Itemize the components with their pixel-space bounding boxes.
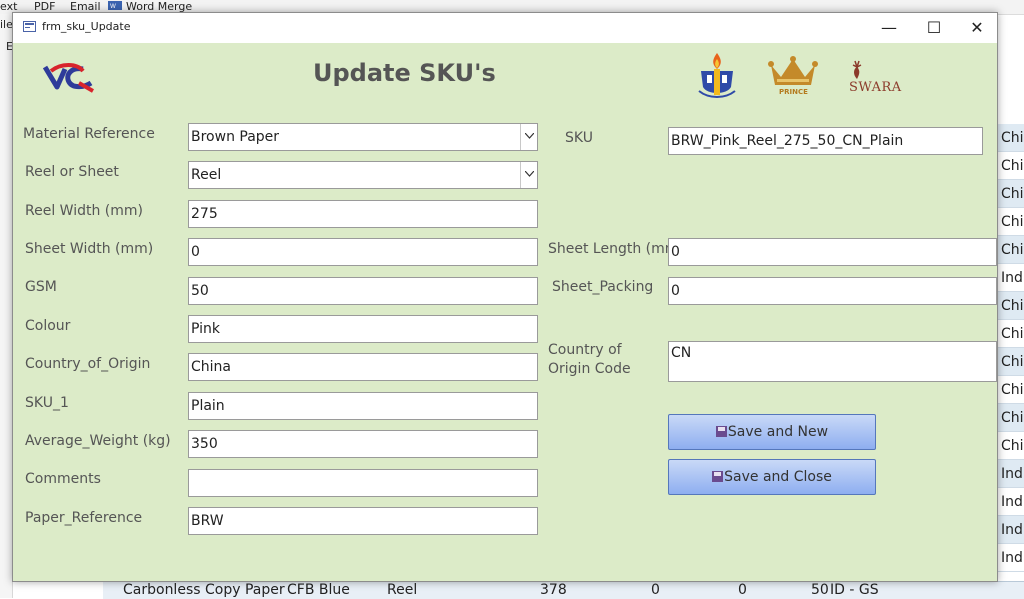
country-of-origin-label: Country_of_Origin	[25, 356, 151, 372]
prince-crown-logo-icon	[768, 56, 818, 85]
reel-or-sheet-combobox[interactable]: Reel	[188, 161, 538, 189]
sheet-width-label: Sheet Width (mm)	[25, 241, 154, 257]
country-code-field[interactable]: CN	[668, 341, 997, 382]
reel-or-sheet-value: Reel	[191, 167, 222, 183]
average-weight-field[interactable]: 350	[188, 430, 538, 458]
country-code-label-line1: Country of	[548, 342, 622, 358]
reel-width-label: Reel Width (mm)	[25, 203, 143, 219]
swara-logo-text: SWARA	[849, 80, 902, 95]
grid-cell[interactable]: Chi	[998, 152, 1024, 180]
title-bar[interactable]: frm_sku_Update — ☐ ✕	[13, 13, 997, 43]
save-icon	[712, 471, 724, 482]
sheet-packing-field[interactable]: 0	[668, 277, 997, 305]
row-value-1: 0	[651, 582, 660, 598]
paper-reference-label: Paper_Reference	[25, 510, 143, 526]
grid-cell[interactable]: Chi	[998, 292, 1024, 320]
grid-cell[interactable]: Chi	[998, 180, 1024, 208]
row-type: Reel	[387, 582, 418, 598]
sku-field[interactable]: BRW_Pink_Reel_275_50_CN_Plain	[668, 127, 983, 155]
colour-field[interactable]: Pink	[188, 315, 538, 343]
sku-label: SKU	[565, 130, 593, 146]
row-colour: CFB Blue	[287, 582, 350, 598]
sku-update-dialog: frm_sku_Update — ☐ ✕ PRINCE SWARA Update…	[12, 12, 998, 582]
country-code-label-line2: Origin Code	[548, 361, 631, 377]
side-label-file: ile	[0, 18, 13, 31]
average-weight-label: Average_Weight (kg)	[25, 433, 171, 449]
torch-emblem-icon	[698, 53, 736, 98]
country-of-origin-field[interactable]: China	[188, 353, 538, 381]
sheet-width-field[interactable]: 0	[188, 238, 538, 266]
save-and-close-label: Save and Close	[724, 469, 832, 485]
save-and-close-button[interactable]: Save and Close	[668, 459, 876, 495]
maximize-button[interactable]: ☐	[912, 13, 956, 43]
gsm-label: GSM	[25, 279, 57, 295]
chevron-down-icon[interactable]	[520, 124, 537, 150]
row-material: Carbonless Copy Paper	[123, 582, 285, 598]
svg-text:W: W	[110, 3, 116, 10]
background-table-row[interactable]: Carbonless Copy Paper CFB Blue Reel 378 …	[103, 581, 1024, 599]
row-gsm: 50	[811, 582, 829, 598]
minimize-button[interactable]: —	[867, 13, 911, 43]
grid-cell[interactable]: Chi	[998, 404, 1024, 432]
row-value-2: 0	[738, 582, 747, 598]
material-reference-label: Material Reference	[23, 126, 155, 142]
close-button[interactable]: ✕	[955, 13, 999, 43]
grid-cell[interactable]: Chi	[998, 124, 1024, 152]
sku-1-field[interactable]: Plain	[188, 392, 538, 420]
comments-field[interactable]	[188, 469, 538, 497]
sheet-packing-label: Sheet_Packing	[552, 279, 654, 295]
grid-cell[interactable]: Ind	[998, 460, 1024, 488]
vcl-logo-icon	[43, 63, 94, 93]
grid-cell[interactable]: Chi	[998, 236, 1024, 264]
save-icon	[715, 426, 727, 437]
material-reference-value: Brown Paper	[191, 129, 280, 145]
grid-cell[interactable]: Ind	[998, 544, 1024, 572]
background-datasheet-column: Chi Chi Chi Chi Chi Ind Chi Chi Chi Chi …	[998, 124, 1024, 598]
sku-1-label: SKU_1	[25, 395, 69, 411]
sheet-length-label: Sheet Length (mm	[548, 241, 679, 257]
save-and-new-label: Save and New	[727, 424, 829, 440]
grid-cell[interactable]: Chi	[998, 208, 1024, 236]
form-icon	[23, 21, 36, 32]
chevron-down-icon[interactable]	[520, 162, 537, 188]
grid-cell[interactable]: Chi	[998, 348, 1024, 376]
save-and-new-button[interactable]: Save and New	[668, 414, 876, 450]
sheet-length-field[interactable]: 0	[668, 238, 997, 266]
row-weight: 378	[540, 582, 567, 598]
comments-label: Comments	[25, 471, 101, 487]
material-reference-combobox[interactable]: Brown Paper	[188, 123, 538, 151]
window-title: frm_sku_Update	[42, 20, 131, 33]
grid-cell[interactable]: Chi	[998, 376, 1024, 404]
grid-cell[interactable]: Ind	[998, 516, 1024, 544]
row-code: ID - GS	[830, 582, 879, 598]
grid-cell[interactable]: Chi	[998, 320, 1024, 348]
grid-cell[interactable]: Ind	[998, 264, 1024, 292]
grid-cell[interactable]: Ind	[998, 488, 1024, 516]
gsm-field[interactable]: 50	[188, 277, 538, 305]
reel-width-field[interactable]: 275	[188, 200, 538, 228]
reel-or-sheet-label: Reel or Sheet	[25, 164, 119, 180]
grid-cell[interactable]: Chi	[998, 432, 1024, 460]
page-title: Update SKU's	[313, 59, 496, 87]
paper-reference-field[interactable]: BRW	[188, 507, 538, 535]
prince-logo-text: PRINCE	[779, 88, 808, 96]
colour-label: Colour	[25, 318, 71, 334]
